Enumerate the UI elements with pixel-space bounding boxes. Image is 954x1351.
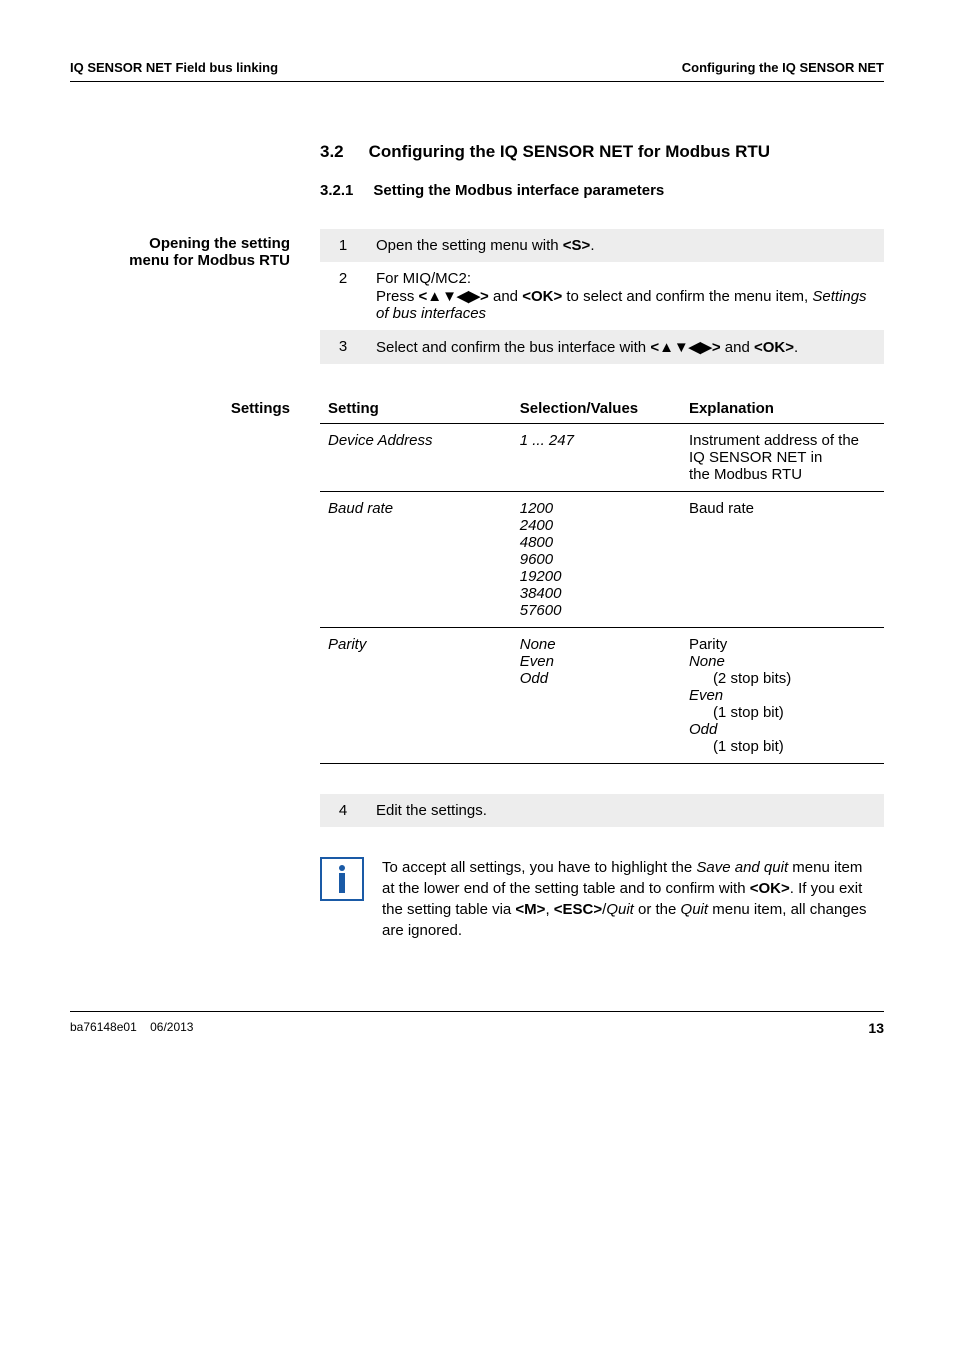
cell-setting: Baud rate [320, 492, 512, 628]
step-number: 1 [320, 229, 366, 262]
cell-values: 1 ... 247 [512, 424, 681, 492]
info-callout: To accept all settings, you have to high… [320, 857, 874, 941]
info-text: To accept all settings, you have to high… [382, 857, 874, 941]
info-icon [320, 857, 364, 901]
settings-table: Setting Selection/Values Explanation Dev… [320, 394, 884, 764]
subsection-heading: 3.2.1 Setting the Modbus interface param… [320, 182, 884, 199]
col-values: Selection/Values [512, 394, 681, 424]
subsection-number: 3.2.1 [320, 182, 353, 199]
step-text: Open the setting menu with <S>. [366, 229, 884, 262]
opening-label: Opening the setting menu for Modbus RTU [70, 229, 290, 364]
step-number: 2 [320, 262, 366, 330]
section-number: 3.2 [320, 142, 344, 162]
step-text: Edit the settings. [366, 794, 884, 827]
step4-table: 4 Edit the settings. [320, 794, 884, 827]
cell-setting: Device Address [320, 424, 512, 492]
table-row: Device Address 1 ... 247 Instrument addr… [320, 424, 884, 492]
section-heading: 3.2 Configuring the IQ SENSOR NET for Mo… [320, 142, 884, 162]
page-header: IQ SENSOR NET Field bus linking Configur… [70, 60, 884, 82]
step-text: Select and confirm the bus interface wit… [366, 330, 884, 364]
table-row: Baud rate 1200 2400 4800 9600 19200 3840… [320, 492, 884, 628]
step-row: 2 For MIQ/MC2: Press <▲▼◀▶> and <OK> to … [320, 262, 884, 330]
cell-values: 1200 2400 4800 9600 19200 38400 57600 [512, 492, 681, 628]
col-explanation: Explanation [681, 394, 884, 424]
subsection-title: Setting the Modbus interface parameters [373, 182, 664, 199]
footer-left: ba76148e01 06/2013 [70, 1020, 193, 1036]
cell-explanation: Baud rate [681, 492, 884, 628]
header-left: IQ SENSOR NET Field bus linking [70, 60, 278, 75]
section-title: Configuring the IQ SENSOR NET for Modbus… [369, 142, 770, 162]
cell-explanation: Instrument address of the IQ SENSOR NET … [681, 424, 884, 492]
step-row: 4 Edit the settings. [320, 794, 884, 827]
step-row: 3 Select and confirm the bus interface w… [320, 330, 884, 364]
page-number: 13 [868, 1020, 884, 1036]
step-text: For MIQ/MC2: Press <▲▼◀▶> and <OK> to se… [366, 262, 884, 330]
step-number: 4 [320, 794, 366, 827]
cell-explanation: Parity None (2 stop bits) Even (1 stop b… [681, 628, 884, 764]
settings-label: Settings [70, 394, 290, 827]
table-row: Parity None Even Odd Parity None (2 stop… [320, 628, 884, 764]
cell-values: None Even Odd [512, 628, 681, 764]
cell-setting: Parity [320, 628, 512, 764]
page-footer: ba76148e01 06/2013 13 [70, 1011, 884, 1036]
header-right: Configuring the IQ SENSOR NET [682, 60, 884, 75]
step-number: 3 [320, 330, 366, 364]
col-setting: Setting [320, 394, 512, 424]
step-row: 1 Open the setting menu with <S>. [320, 229, 884, 262]
table-header-row: Setting Selection/Values Explanation [320, 394, 884, 424]
steps-table: 1 Open the setting menu with <S>. 2 For … [320, 229, 884, 364]
